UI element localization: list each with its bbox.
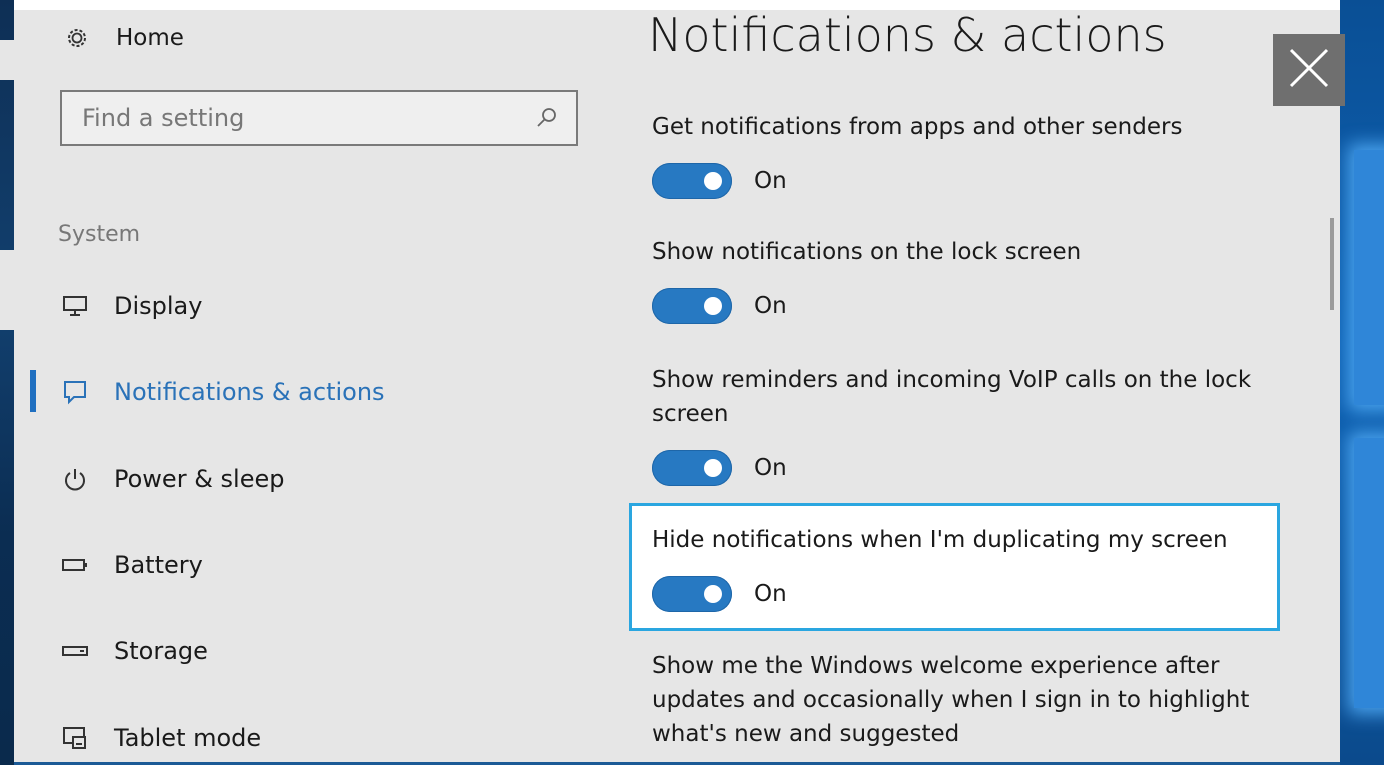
toggle-knob: [704, 585, 722, 603]
home-label: Home: [116, 25, 184, 51]
background-window-pane: [0, 250, 14, 330]
sidebar-item-label: Display: [114, 292, 203, 320]
toggle-state-text: On: [754, 293, 787, 319]
background-window-pane: [0, 40, 14, 80]
toggle-knob: [704, 459, 722, 477]
power-icon: [58, 466, 92, 492]
page-title: Notifications & actions: [648, 8, 1167, 62]
toggle-reminders-voip[interactable]: [652, 450, 732, 486]
toggle-app-notifications[interactable]: [652, 163, 732, 199]
desktop-background: [1340, 0, 1384, 765]
settings-window: Home Find a setting System Display Notif…: [14, 8, 1340, 762]
sidebar-item-tablet-mode[interactable]: Tablet mode: [58, 716, 261, 760]
search-input[interactable]: Find a setting: [60, 90, 578, 146]
sidebar-item-label: Battery: [114, 551, 203, 579]
message-icon: [58, 379, 92, 405]
active-indicator: [30, 370, 36, 412]
battery-icon: [58, 557, 92, 573]
close-button[interactable]: [1273, 34, 1345, 106]
sidebar-item-storage[interactable]: Storage: [58, 629, 208, 673]
toggle-state-text: On: [754, 581, 787, 607]
toggle-row-lock-screen-notifications: On: [652, 288, 787, 324]
scrollbar-thumb[interactable]: [1330, 218, 1334, 310]
toggle-knob: [704, 172, 722, 190]
toggle-state-text: On: [754, 455, 787, 481]
search-placeholder: Find a setting: [82, 104, 245, 132]
toggle-state-text: On: [754, 168, 787, 194]
search-icon: [534, 105, 560, 131]
sidebar-item-label: Storage: [114, 637, 208, 665]
storage-icon: [58, 644, 92, 658]
toggle-row-hide-when-duplicating: On: [652, 576, 787, 612]
setting-label-hide-when-duplicating: Hide notifications when I'm duplicating …: [652, 527, 1228, 553]
sidebar-item-label: Power & sleep: [114, 465, 285, 493]
sidebar-item-display[interactable]: Display: [58, 284, 202, 328]
sidebar-item-battery[interactable]: Battery: [58, 543, 203, 587]
background-window-edge: [0, 0, 14, 765]
monitor-icon: [58, 295, 92, 317]
sidebar: Home Find a setting System Display Notif…: [14, 10, 614, 762]
sidebar-item-power-sleep[interactable]: Power & sleep: [58, 457, 284, 501]
toggle-row-app-notifications: On: [652, 163, 787, 199]
gear-icon: [60, 26, 94, 50]
sidebar-item-notifications[interactable]: Notifications & actions: [58, 370, 385, 414]
toggle-hide-when-duplicating[interactable]: [652, 576, 732, 612]
setting-label-lock-screen-notifications: Show notifications on the lock screen: [652, 239, 1082, 265]
sidebar-item-label: Notifications & actions: [114, 378, 385, 406]
close-icon: [1287, 46, 1331, 94]
toggle-knob: [704, 297, 722, 315]
setting-label-app-notifications: Get notifications from apps and other se…: [652, 114, 1183, 140]
section-label-system: System: [58, 222, 141, 247]
sidebar-item-label: Tablet mode: [114, 724, 262, 752]
tablet-mode-icon: [58, 725, 92, 751]
setting-label-welcome-experience: Show me the Windows welcome experience a…: [652, 653, 1250, 747]
windows-logo-pane: [1354, 150, 1384, 405]
setting-label-reminders-voip: Show reminders and incoming VoIP calls o…: [652, 367, 1252, 427]
toggle-row-reminders-voip: On: [652, 450, 787, 486]
home-nav-item[interactable]: Home: [60, 18, 184, 58]
toggle-lock-screen-notifications[interactable]: [652, 288, 732, 324]
windows-logo-pane: [1354, 438, 1384, 708]
